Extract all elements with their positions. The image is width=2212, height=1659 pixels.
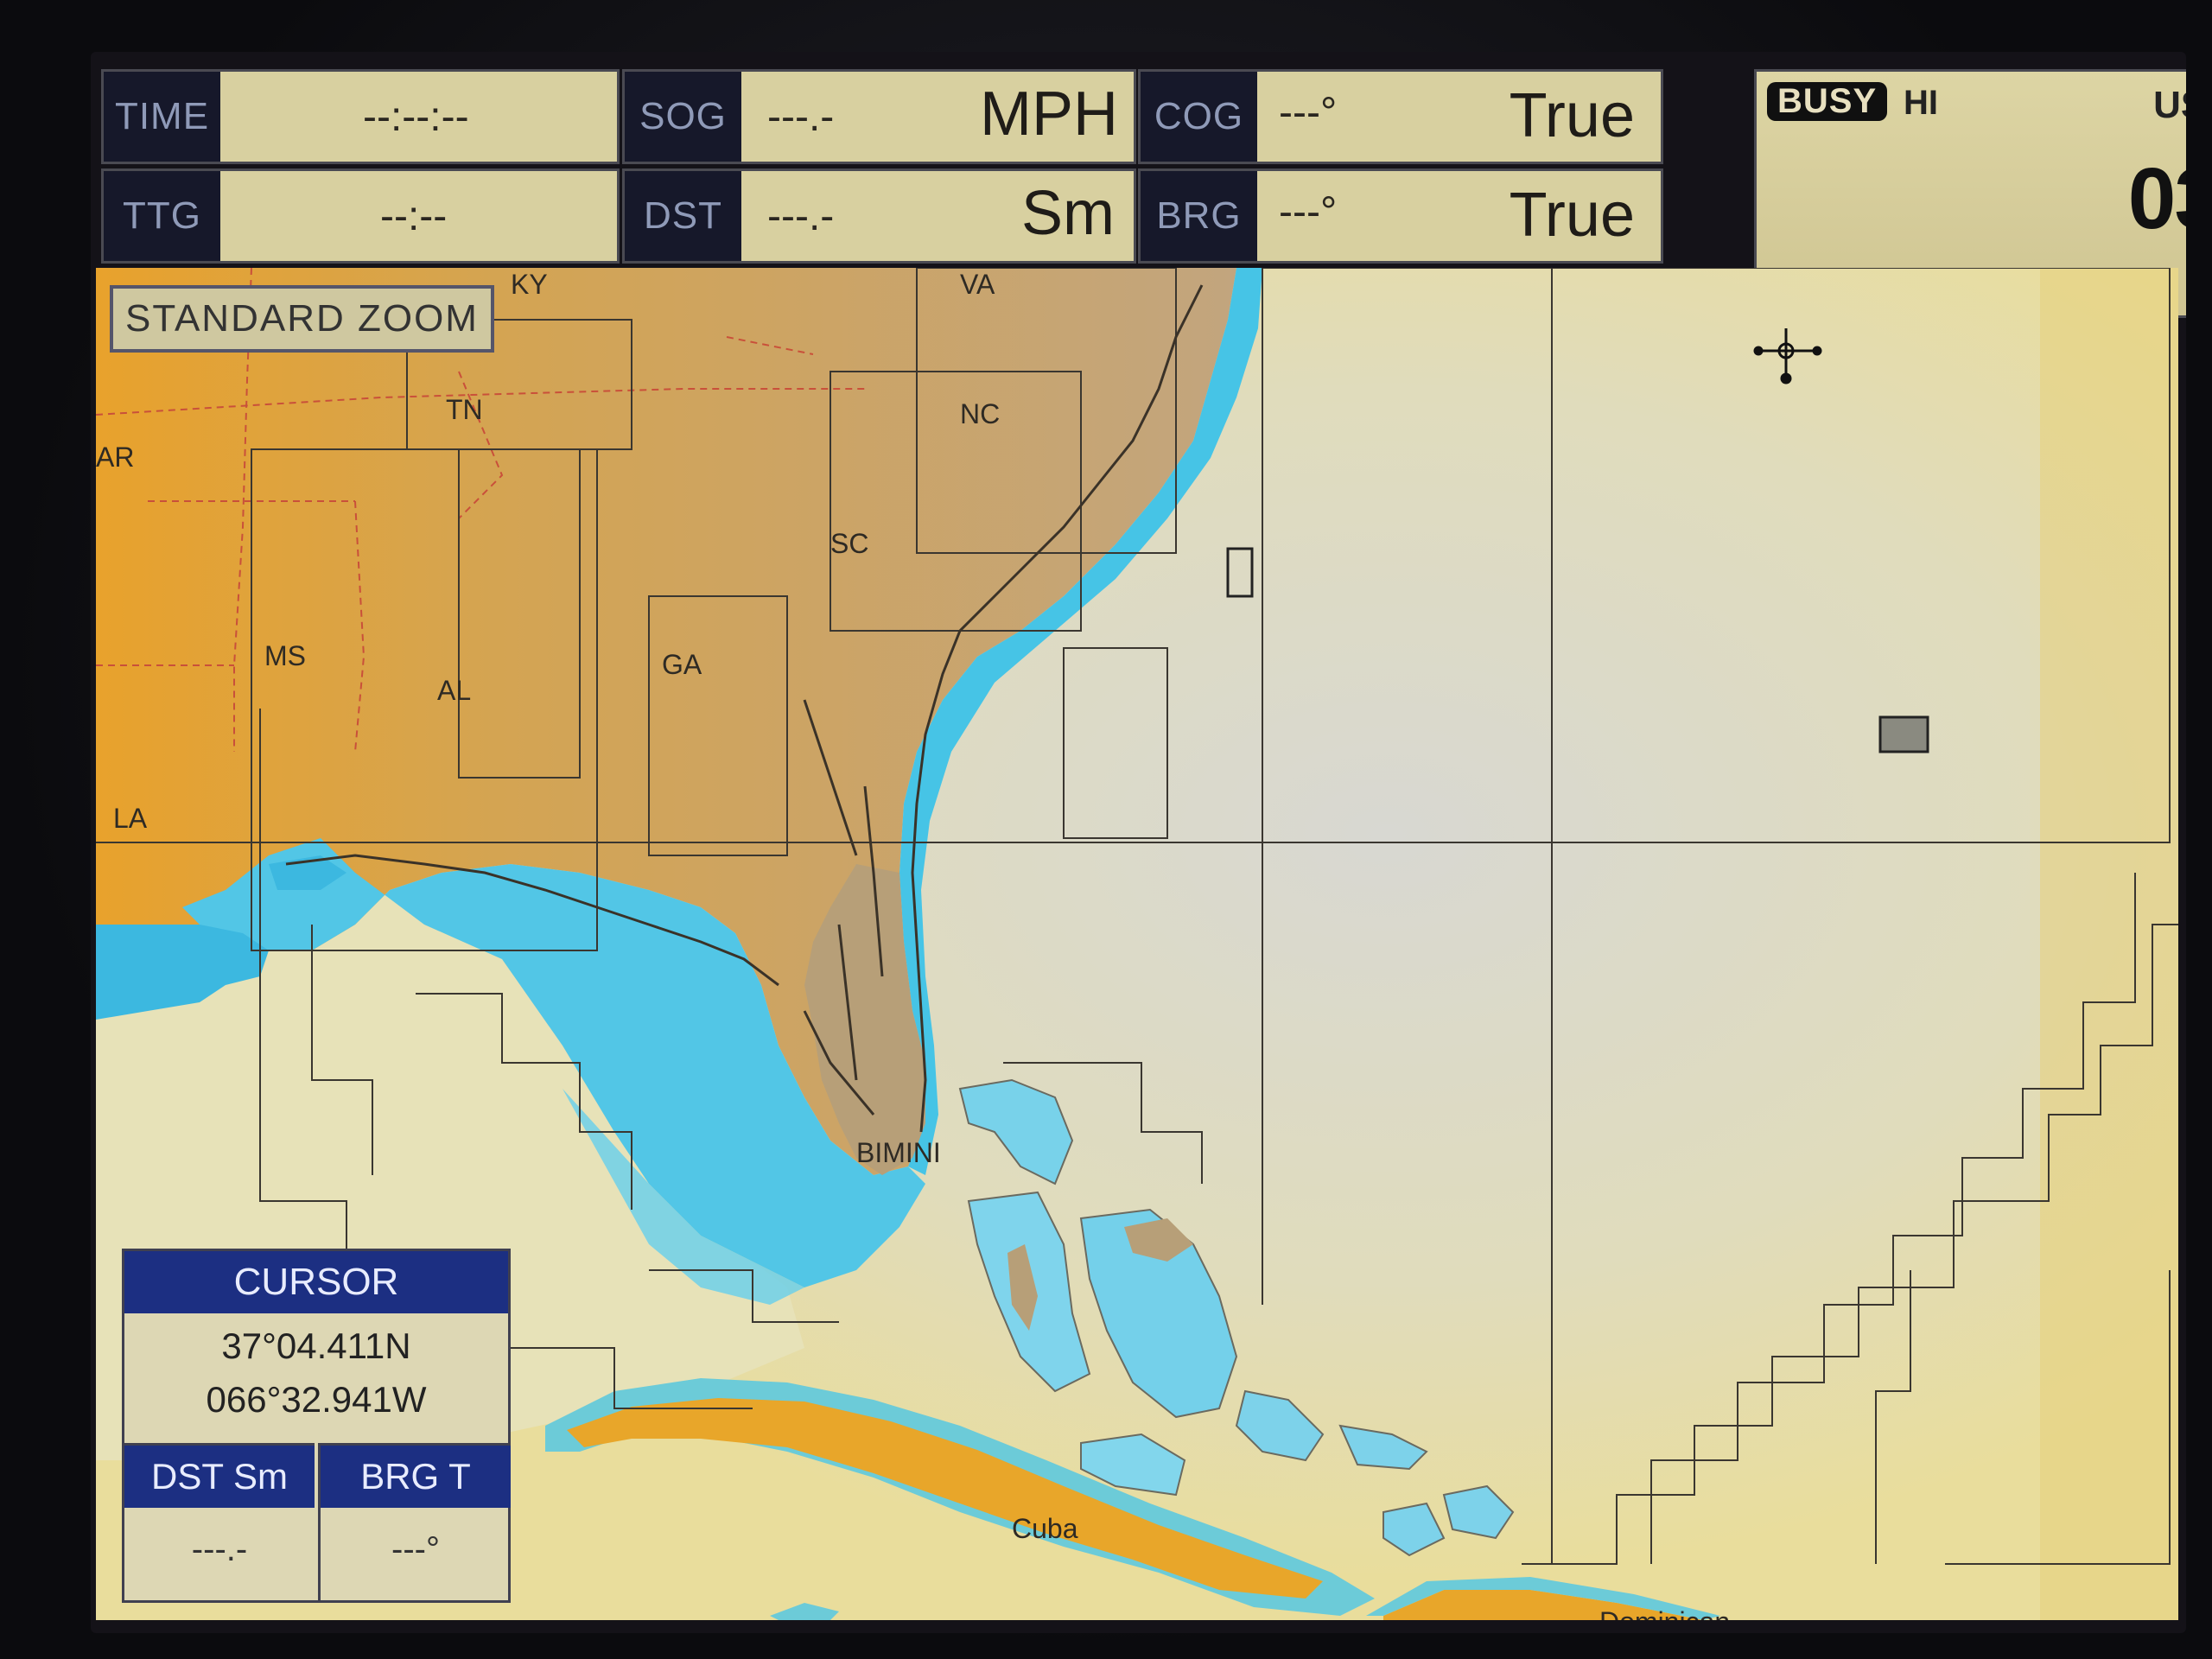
cursor-bearing-label: BRG T — [321, 1446, 511, 1508]
chart-region: USA — [2153, 84, 2186, 126]
time-label: TIME — [104, 72, 220, 162]
brg-unit: True — [1509, 181, 1635, 250]
brg-field: BRG ---° True — [1138, 168, 1663, 264]
label-nc: NC — [960, 398, 1000, 429]
cog-unit: True — [1509, 81, 1635, 150]
cog-label: COG — [1141, 72, 1257, 162]
brg-value: ---° — [1279, 189, 1338, 235]
dst-value: ---.- — [767, 194, 835, 239]
cursor-title: CURSOR — [124, 1251, 508, 1313]
time-value: --:--:-- — [363, 94, 469, 140]
cursor-bearing-value: ---° — [391, 1530, 440, 1568]
label-al: AL — [437, 675, 471, 706]
right-edge-tint — [2040, 268, 2178, 1620]
label-tn: TN — [446, 394, 483, 425]
brg-label: BRG — [1141, 171, 1257, 261]
cursor-distance: DST Sm ---.- — [124, 1443, 315, 1603]
dst-label: DST — [625, 171, 741, 261]
dst-field: DST ---.- Sm — [622, 168, 1136, 264]
chart-number: 03A — [2128, 149, 2186, 249]
sog-label: SOG — [625, 72, 741, 162]
label-cuba: Cuba — [1012, 1513, 1078, 1544]
chart-number-main: 03 — [2127, 150, 2186, 247]
cursor-distance-label: DST Sm — [124, 1446, 315, 1508]
time-field: TIME --:--:-- — [101, 69, 620, 164]
cursor-panel: CURSOR 37°04.411N 066°32.941W DST Sm ---… — [122, 1249, 511, 1603]
cursor-bearing: BRG T ---° — [318, 1443, 511, 1603]
sog-field: SOG ---.- MPH — [622, 69, 1136, 164]
label-va: VA — [960, 269, 995, 300]
cursor-longitude: 066°32.941W — [206, 1379, 427, 1420]
label-ga: GA — [662, 649, 702, 680]
busy-indicator: BUSY — [1767, 82, 1888, 121]
label-port: BIMINI — [856, 1137, 941, 1168]
ttg-value: --:-- — [380, 194, 448, 239]
label-dominican: Dominican — [1599, 1606, 1730, 1620]
label-sc: SC — [830, 528, 868, 559]
chartplotter-screen: TIME --:--:-- TTG --:-- SOG ---.- MPH DS… — [91, 52, 2186, 1633]
sog-value: ---.- — [767, 94, 835, 140]
zoom-mode-indicator: STANDARD ZOOM — [110, 285, 494, 353]
cog-field: COG ---° True — [1138, 69, 1663, 164]
nautical-chart[interactable]: KY VA TN NC AR SC MS AL GA LA BIMINI Cub… — [96, 268, 2178, 1620]
ttg-label: TTG — [104, 171, 220, 261]
label-ky: KY — [511, 269, 548, 300]
cog-value: ---° — [1279, 90, 1338, 136]
ttg-field: TTG --:-- — [101, 168, 620, 264]
label-ar: AR — [96, 442, 134, 473]
label-la: LA — [113, 803, 148, 834]
label-ms: MS — [264, 640, 306, 671]
chart-symbol-2 — [1878, 715, 1929, 753]
dst-unit: Sm — [1021, 179, 1115, 248]
sog-unit: MPH — [980, 79, 1118, 149]
range-indicator: HI — [1904, 84, 1938, 122]
cursor-latitude: 37°04.411N — [221, 1325, 411, 1366]
cursor-distance-value: ---.- — [191, 1530, 248, 1568]
